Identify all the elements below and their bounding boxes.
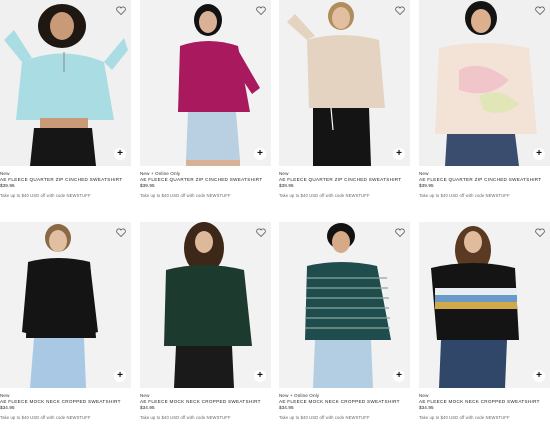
product-title[interactable]: AE Fleece Mock Neck Cropped Sweatshirt xyxy=(279,399,410,405)
heart-icon[interactable] xyxy=(533,226,546,239)
product-title[interactable]: AE Fleece Quarter Zip Cinched Sweatshirt xyxy=(140,177,271,183)
model-photo xyxy=(0,0,131,166)
model-photo xyxy=(140,0,271,166)
product-title[interactable]: AE Fleece Mock Neck Cropped Sweatshirt xyxy=(140,399,271,405)
product-card[interactable]: + New AE Fleece Quarter Zip Cinched Swea… xyxy=(279,0,410,199)
product-image[interactable]: + xyxy=(140,0,271,166)
plus-icon[interactable]: + xyxy=(533,148,545,160)
model-photo xyxy=(279,222,410,388)
product-card[interactable]: + New AE Fleece Mock Neck Cropped Sweats… xyxy=(0,222,131,421)
product-title[interactable]: AE Fleece Mock Neck Cropped Sweatshirt xyxy=(419,399,550,405)
plus-icon[interactable]: + xyxy=(254,148,266,160)
product-card[interactable]: + New + Online Only AE Fleece Quarter Zi… xyxy=(140,0,271,199)
product-price: $39.95 xyxy=(0,183,15,189)
product-image[interactable]: + xyxy=(0,222,131,388)
promo-text: Take up to $40 USD off with code NEWSTUF… xyxy=(0,414,91,420)
product-price: $39.95 xyxy=(140,183,155,189)
plus-icon[interactable]: + xyxy=(533,370,545,382)
heart-icon[interactable] xyxy=(254,226,267,239)
product-title[interactable]: AE Fleece Quarter Zip Cinched Sweatshirt xyxy=(419,177,550,183)
heart-icon[interactable] xyxy=(393,226,406,239)
product-image[interactable]: + xyxy=(419,222,550,388)
product-price: $39.95 xyxy=(419,183,434,189)
model-photo xyxy=(0,222,131,388)
product-image[interactable]: + xyxy=(279,0,410,166)
product-card[interactable]: + New AE Fleece Quarter Zip Cinched Swea… xyxy=(0,0,131,199)
model-photo xyxy=(419,222,550,388)
product-image[interactable]: + xyxy=(140,222,271,388)
model-photo xyxy=(140,222,271,388)
heart-icon[interactable] xyxy=(254,4,267,17)
model-photo xyxy=(419,0,550,166)
product-grid: + New AE Fleece Quarter Zip Cinched Swea… xyxy=(0,0,550,428)
plus-icon[interactable]: + xyxy=(393,148,405,160)
product-card[interactable]: + New AE Fleece Mock Neck Cropped Sweats… xyxy=(140,222,271,421)
product-price: $39.95 xyxy=(279,183,294,189)
product-price: $34.95 xyxy=(140,405,155,411)
heart-icon[interactable] xyxy=(114,226,127,239)
product-price: $34.95 xyxy=(419,405,434,411)
promo-text: Take up to $40 USD off with code NEWSTUF… xyxy=(419,414,510,420)
product-image[interactable]: + xyxy=(419,0,550,166)
plus-icon[interactable]: + xyxy=(254,370,266,382)
promo-text: Take up to $40 USD off with code NEWSTUF… xyxy=(140,414,231,420)
product-title[interactable]: AE Fleece Mock Neck Cropped Sweatshirt xyxy=(0,399,131,405)
product-price: $34.95 xyxy=(279,405,294,411)
plus-icon[interactable]: + xyxy=(114,148,126,160)
promo-text: Take up to $40 USD off with code NEWSTUF… xyxy=(419,192,510,198)
plus-icon[interactable]: + xyxy=(114,370,126,382)
product-title[interactable]: AE Fleece Quarter Zip Cinched Sweatshirt xyxy=(0,177,131,183)
heart-icon[interactable] xyxy=(533,4,546,17)
promo-text: Take up to $40 USD off with code NEWSTUF… xyxy=(0,192,91,198)
promo-text: Take up to $40 USD off with code NEWSTUF… xyxy=(279,192,370,198)
product-card[interactable]: + New AE Fleece Quarter Zip Cinched Swea… xyxy=(419,0,550,199)
promo-text: Take up to $40 USD off with code NEWSTUF… xyxy=(140,192,231,198)
product-image[interactable]: + xyxy=(0,0,131,166)
product-card[interactable]: + New AE Fleece Mock Neck Cropped Sweats… xyxy=(419,222,550,421)
product-price: $34.95 xyxy=(0,405,15,411)
product-card[interactable]: + New + Online Only AE Fleece Mock Neck … xyxy=(279,222,410,421)
plus-icon[interactable]: + xyxy=(393,370,405,382)
product-title[interactable]: AE Fleece Quarter Zip Cinched Sweatshirt xyxy=(279,177,410,183)
heart-icon[interactable] xyxy=(393,4,406,17)
heart-icon[interactable] xyxy=(114,4,127,17)
promo-text: Take up to $40 USD off with code NEWSTUF… xyxy=(279,414,370,420)
product-image[interactable]: + xyxy=(279,222,410,388)
model-photo xyxy=(279,0,410,166)
